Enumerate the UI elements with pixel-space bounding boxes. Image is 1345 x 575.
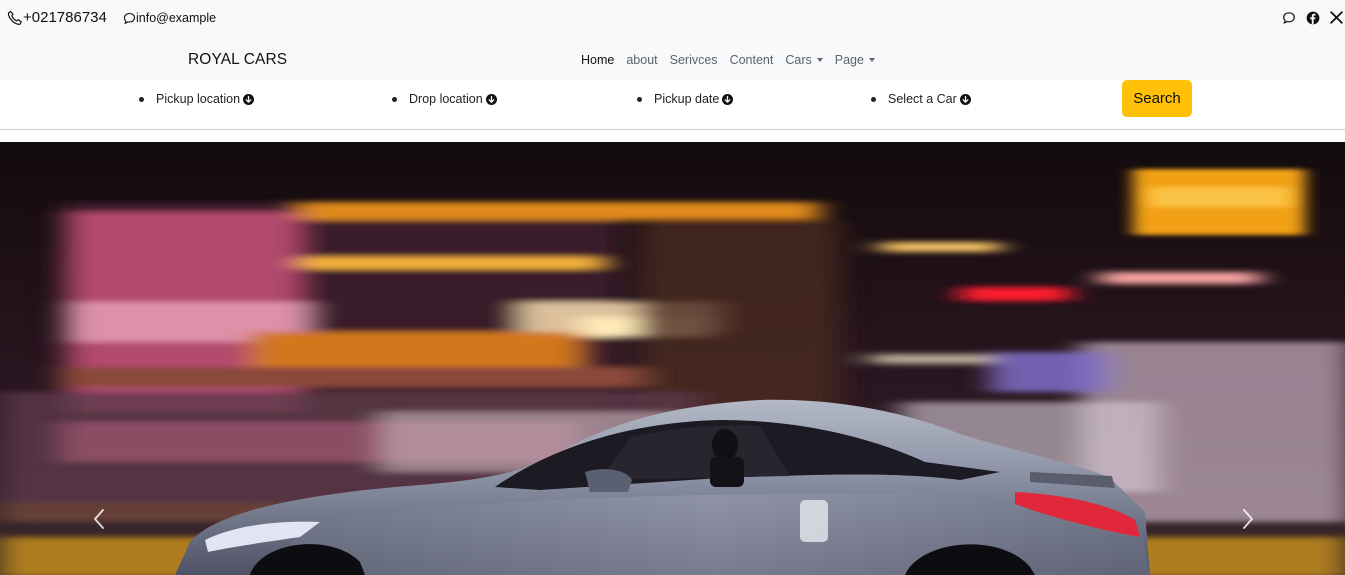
nav-services[interactable]: Serivces	[670, 53, 718, 67]
list-bullet	[871, 96, 876, 102]
arrow-down-circle-icon[interactable]	[959, 93, 971, 105]
main-navbar: ROYAL CARS Home about Serivces Content C…	[0, 38, 1345, 80]
top-contact-bar: +021786734 info@example	[0, 0, 1345, 38]
nav-page-label: Page	[834, 53, 864, 67]
arrow-down-circle-icon[interactable]	[722, 93, 734, 105]
list-bullet	[392, 96, 397, 102]
nav-page-dropdown[interactable]: Page	[835, 53, 875, 67]
phone-icon	[7, 10, 22, 25]
chevron-right-icon	[1243, 509, 1253, 529]
carousel-next-button[interactable]	[1233, 504, 1263, 534]
email-contact[interactable]: info@example	[123, 11, 216, 25]
filter-label: Pickup date	[654, 92, 720, 106]
x-icon[interactable]	[1330, 11, 1343, 24]
filter-label: Pickup location	[156, 92, 241, 106]
select-car-filter[interactable]: Select a Car	[871, 92, 971, 106]
drop-location-filter[interactable]: Drop location	[392, 92, 497, 106]
nav-links: Home about Serivces Content Cars Page	[581, 53, 887, 67]
nav-cars-label: Cars	[785, 53, 812, 67]
pickup-date-filter[interactable]: Pickup date	[637, 92, 734, 106]
arrow-down-circle-icon[interactable]	[243, 93, 255, 105]
brand-logo[interactable]: ROYAL CARS	[188, 51, 287, 69]
phone-number[interactable]: +021786734	[23, 9, 107, 26]
caret-down-icon	[868, 57, 875, 62]
facebook-icon[interactable]	[1306, 11, 1320, 25]
caret-down-icon	[816, 57, 823, 62]
nav-cars-dropdown[interactable]: Cars	[785, 53, 823, 67]
filter-label: Select a Car	[888, 92, 957, 106]
carousel-prev-button[interactable]	[84, 504, 114, 534]
phone-contact[interactable]: +021786734	[7, 9, 107, 26]
hero-carousel	[0, 142, 1345, 575]
arrow-down-circle-icon[interactable]	[485, 93, 497, 105]
filter-label: Drop location	[409, 92, 483, 106]
search-button[interactable]: Search	[1122, 80, 1192, 117]
chevron-left-icon	[94, 509, 104, 529]
hero-car-image	[0, 142, 1345, 575]
list-bullet	[139, 96, 144, 102]
nav-content[interactable]: Content	[730, 53, 774, 67]
email-address[interactable]: info@example	[136, 11, 216, 25]
booking-search-bar: Pickup location Drop location Pickup dat…	[0, 80, 1345, 130]
chat-icon	[123, 12, 136, 24]
message-icon[interactable]	[1282, 11, 1296, 25]
pickup-location-filter[interactable]: Pickup location	[139, 92, 255, 106]
nav-about[interactable]: about	[626, 53, 657, 67]
nav-home[interactable]: Home	[581, 53, 614, 67]
list-bullet	[637, 96, 642, 102]
